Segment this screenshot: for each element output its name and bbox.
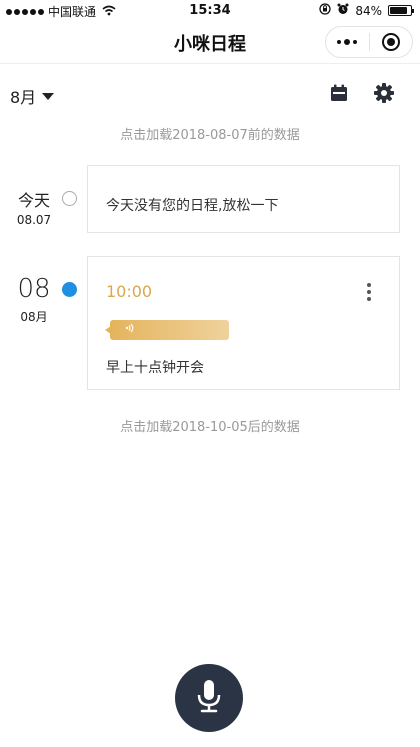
more-options-icon[interactable] bbox=[366, 283, 372, 301]
more-dots-icon bbox=[337, 39, 358, 45]
close-button[interactable] bbox=[370, 27, 413, 57]
nav-bar: 小咪日程 bbox=[0, 22, 420, 64]
event-time: 10:00 bbox=[106, 282, 153, 301]
orientation-lock-icon bbox=[319, 3, 331, 18]
month-label: 8月 bbox=[10, 88, 37, 107]
alarm-icon bbox=[337, 3, 349, 18]
month-selector[interactable]: 8月 bbox=[10, 84, 55, 108]
day-today: 今天 08.07 bbox=[14, 187, 54, 227]
status-bar: 中国联通 15:34 84% bbox=[0, 0, 420, 22]
more-button[interactable] bbox=[326, 27, 369, 57]
voice-wave-icon bbox=[125, 322, 135, 337]
battery-icon bbox=[388, 5, 414, 16]
day-month: 08月 bbox=[20, 310, 48, 324]
target-close-icon bbox=[381, 33, 400, 51]
status-right: 84% bbox=[319, 3, 414, 18]
day-indicator-today[interactable] bbox=[62, 191, 77, 206]
voice-message[interactable] bbox=[105, 320, 229, 340]
mini-program-capsule bbox=[325, 26, 413, 58]
empty-schedule-text: 今天没有您的日程,放松一下 bbox=[106, 198, 279, 214]
battery-fill bbox=[390, 7, 407, 14]
voice-record-button[interactable] bbox=[175, 664, 243, 732]
gear-icon[interactable] bbox=[374, 83, 394, 103]
day-label-today: 今天 bbox=[17, 191, 50, 210]
day-date-today: 08.07 bbox=[16, 213, 52, 227]
empty-schedule-card: 今天没有您的日程,放松一下 bbox=[87, 165, 400, 233]
day-08: 08 08月 bbox=[14, 274, 54, 325]
event-note: 早上十点钟开会 bbox=[106, 360, 204, 376]
day-indicator-active[interactable] bbox=[62, 282, 77, 297]
event-card[interactable]: 10:00 早上十点钟开会 bbox=[87, 256, 400, 390]
battery-percent: 84% bbox=[355, 3, 382, 18]
caret-down-icon bbox=[42, 92, 55, 100]
day-number: 08 bbox=[17, 274, 51, 304]
calendar-icon[interactable] bbox=[330, 84, 348, 102]
microphone-icon bbox=[194, 678, 224, 718]
load-earlier-link[interactable]: 点击加载2018-08-07前的数据 bbox=[0, 124, 420, 143]
load-later-link[interactable]: 点击加载2018-10-05后的数据 bbox=[0, 416, 420, 435]
